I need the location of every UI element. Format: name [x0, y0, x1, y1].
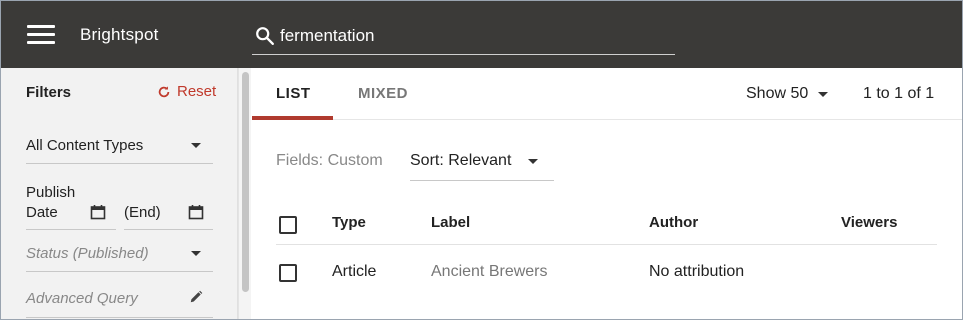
column-header-label[interactable]: Label [431, 214, 470, 231]
publish-date-label-line2: Date [26, 204, 58, 221]
sort-select[interactable]: Sort: Relevant [410, 146, 554, 181]
caret-down-icon [818, 92, 828, 97]
tabs-bar: LIST MIXED Show 50 1 to 1 of 1 [252, 68, 962, 120]
search-input[interactable] [280, 23, 670, 49]
content-type-value: All Content Types [26, 137, 144, 154]
caret-down-icon [528, 159, 538, 164]
row-type: Article [332, 263, 377, 280]
caret-down-icon [191, 143, 201, 148]
sort-value: Sort: Relevant [410, 152, 512, 169]
publish-date-end[interactable]: (End) [124, 182, 213, 230]
sidebar-scrollbar[interactable] [238, 68, 251, 319]
tab-list[interactable]: LIST [276, 85, 311, 102]
row-author: No attribution [649, 263, 745, 280]
column-header-viewers[interactable]: Viewers [841, 214, 897, 231]
calendar-icon [90, 205, 106, 220]
row-checkbox[interactable] [279, 264, 297, 282]
refresh-icon [158, 85, 170, 97]
column-header-type[interactable]: Type [332, 214, 366, 231]
active-tab-indicator [252, 116, 333, 120]
reset-button[interactable]: Reset [157, 83, 216, 100]
brand-name: Brightspot [80, 25, 159, 44]
status-value: Status (Published) [26, 245, 149, 262]
app-window: Brightspot Filters Reset All Content Typ… [0, 0, 963, 320]
filters-sidebar: Filters Reset All Content Types Publish … [1, 68, 238, 319]
advanced-query-field[interactable]: Advanced Query [26, 288, 213, 318]
advanced-query-label: Advanced Query [26, 290, 138, 307]
pencil-icon[interactable] [189, 290, 203, 304]
select-all-checkbox[interactable] [279, 216, 297, 234]
calendar-icon [188, 205, 204, 220]
publish-date-label-line1: Publish [26, 184, 76, 201]
end-date-label: (End) [124, 204, 161, 221]
status-select[interactable]: Status (Published) [26, 240, 213, 272]
menu-icon[interactable] [27, 25, 55, 45]
results-panel: LIST MIXED Show 50 1 to 1 of 1 Fields: C… [252, 68, 962, 319]
search-icon [256, 27, 274, 45]
tab-mixed[interactable]: MIXED [358, 85, 408, 102]
table-header: Type Label Author Viewers [276, 204, 937, 245]
page-size-value: Show 50 [746, 85, 809, 102]
content-type-select[interactable]: All Content Types [26, 132, 213, 164]
table-row[interactable]: Article Ancient Brewers No attribution [276, 245, 937, 297]
search-bar [252, 19, 675, 55]
publish-date-start[interactable]: Publish Date [26, 182, 116, 230]
column-header-author[interactable]: Author [649, 214, 698, 231]
page-size-select[interactable]: Show 50 [746, 85, 836, 109]
pagination-summary: 1 to 1 of 1 [863, 85, 935, 102]
reset-label: Reset [177, 83, 217, 100]
fields-selector[interactable]: Fields: Custom [276, 152, 383, 170]
top-bar: Brightspot [1, 1, 962, 68]
caret-down-icon [191, 251, 201, 256]
filters-title: Filters [26, 84, 72, 101]
scrollbar-thumb[interactable] [242, 72, 249, 292]
row-label[interactable]: Ancient Brewers [431, 263, 548, 281]
